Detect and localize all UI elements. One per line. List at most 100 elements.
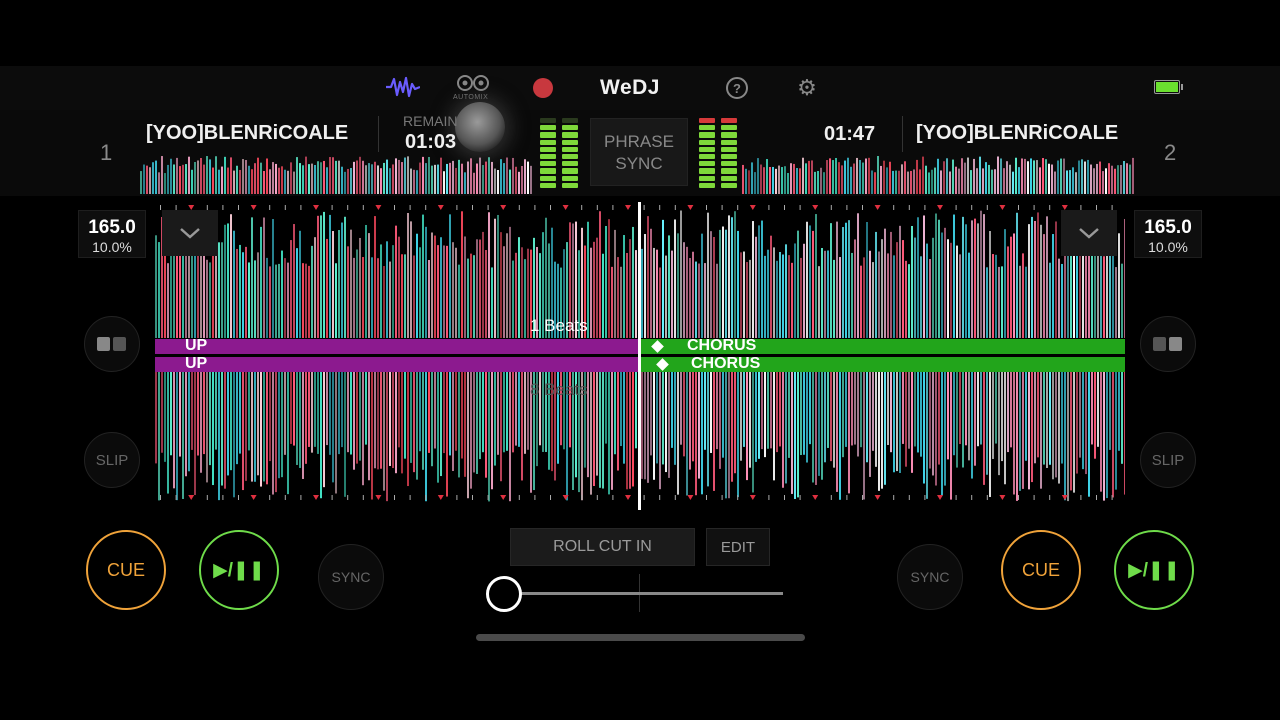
waveform-bar: [323, 372, 325, 488]
waveform-bar: [950, 242, 952, 338]
deck-1-play-pause-button[interactable]: ▶/❚❚: [199, 530, 279, 610]
waveform-bar: [485, 250, 487, 338]
deck-1-overview-waveform[interactable]: [140, 156, 532, 194]
chevron-down-icon[interactable]: [162, 210, 218, 256]
waveform-bar: [965, 224, 967, 338]
waveform-bar: [506, 233, 508, 338]
waveform-bar: [320, 372, 322, 499]
deck-2-play-pause-button[interactable]: ▶/❚❚: [1114, 530, 1194, 610]
waveform-bar: [893, 255, 895, 338]
deck-1-slip-button[interactable]: SLIP: [84, 432, 140, 488]
waveform-bar: [407, 156, 409, 194]
beat-tick: [706, 205, 707, 210]
waveform-bar: [395, 158, 397, 194]
gear-icon[interactable]: ⚙: [795, 75, 819, 100]
beat-tick: [737, 205, 739, 210]
waveform-bar: [941, 232, 943, 338]
deck-1-bpm-display[interactable]: 165.0 10.0%: [78, 210, 146, 258]
record-icon[interactable]: [533, 78, 553, 98]
fx-edit-button[interactable]: EDIT: [706, 528, 770, 566]
deck-2-track-title[interactable]: [YOO]BLENRiCOALE: [916, 122, 1134, 145]
waveform-bar: [356, 160, 358, 194]
waveform-bar: [158, 372, 160, 501]
waveform-bar: [389, 168, 391, 194]
phrase-sync-button[interactable]: PHRASE SYNC: [590, 118, 688, 186]
waveform-bar: [1061, 372, 1063, 464]
beat-tick: [596, 205, 598, 210]
beat-tick: [269, 205, 271, 210]
automix-icon[interactable]: [456, 73, 490, 93]
waveform-bar: [329, 157, 331, 194]
waveform-bar: [500, 232, 502, 338]
deck-2-bpm-display[interactable]: 165.0 10.0%: [1134, 210, 1202, 258]
help-icon[interactable]: ?: [726, 77, 748, 99]
waveform-bar: [848, 372, 850, 494]
waveform-bar: [158, 172, 160, 194]
beat-tick: [799, 205, 801, 210]
waveform-bar: [287, 262, 289, 338]
waveform-bar: [1085, 253, 1087, 338]
waveform-bar: [728, 215, 730, 338]
waveform-bar: [986, 372, 988, 475]
waveform-bar: [206, 156, 208, 194]
waveform-bar: [695, 261, 697, 338]
beat-tick: [768, 205, 770, 210]
waveform-bar: [1000, 158, 1002, 194]
waveform-bar: [1010, 236, 1012, 338]
deck-1-cue-button[interactable]: CUE: [86, 530, 166, 610]
beat-tick: [706, 495, 707, 500]
fx-roll-cut-in-button[interactable]: ROLL CUT IN: [510, 528, 695, 566]
crossfader-track[interactable]: [504, 592, 783, 595]
waveform-bar: [704, 372, 706, 450]
chevron-down-icon[interactable]: [1061, 210, 1117, 256]
waveform-bar: [781, 167, 783, 194]
deck-2-slip-button[interactable]: SLIP: [1140, 432, 1196, 488]
waveform-bar: [775, 168, 777, 194]
waveform-bar: [713, 372, 715, 491]
waveform-bar: [656, 372, 658, 464]
deck-2-cue-button[interactable]: CUE: [1001, 530, 1081, 610]
waveform-bar: [1024, 158, 1026, 194]
waveform-bar: [467, 161, 469, 194]
downbeat-marker: [250, 205, 257, 210]
deck-2-time[interactable]: 01:47: [824, 123, 875, 146]
waveform-bar: [1019, 372, 1021, 491]
beat-tick: [487, 205, 489, 210]
waveform-bar: [944, 227, 946, 338]
waveform-bar: [994, 169, 996, 194]
waveform-bar: [964, 162, 966, 194]
waveform-bar: [188, 241, 190, 338]
downbeat-marker: [437, 495, 444, 500]
home-indicator[interactable]: [476, 634, 805, 641]
pad-mode-icon[interactable]: [84, 316, 140, 372]
waveform-bar: [491, 161, 493, 194]
deck-2-sync-button[interactable]: SYNC: [897, 544, 963, 610]
waveform-bar: [266, 257, 268, 338]
automix-knob[interactable]: [455, 102, 505, 152]
waveform-bar: [809, 225, 811, 338]
waveform-bar: [1103, 372, 1105, 501]
deck-2-overview-waveform[interactable]: [742, 156, 1134, 194]
waveform-bar: [494, 168, 496, 194]
waveform-bar: [410, 168, 412, 194]
waveform-icon[interactable]: [386, 76, 420, 98]
waveform-bar: [296, 157, 298, 194]
pad-mode-icon[interactable]: [1140, 316, 1196, 372]
waveform-bar: [686, 372, 688, 496]
waveform-bar: [794, 243, 796, 338]
crossfader-knob[interactable]: [486, 576, 522, 612]
waveform-bar: [992, 254, 994, 338]
waveform-bar: [377, 165, 379, 194]
beat-tick: [1033, 495, 1035, 500]
waveform-bar: [191, 169, 193, 194]
waveform-bar: [236, 248, 238, 338]
deck-1-sync-button[interactable]: SYNC: [318, 544, 384, 610]
waveform-bar: [620, 266, 622, 338]
deck-1-time[interactable]: 01:03: [405, 131, 456, 154]
waveform-bar: [395, 225, 397, 338]
waveform-bar: [938, 372, 940, 465]
waveform-bar: [722, 226, 724, 338]
deck-1-track-title[interactable]: [YOO]BLENRiCOALE: [146, 122, 364, 145]
waveform-bar: [368, 163, 370, 194]
downbeat-marker: [749, 495, 756, 500]
